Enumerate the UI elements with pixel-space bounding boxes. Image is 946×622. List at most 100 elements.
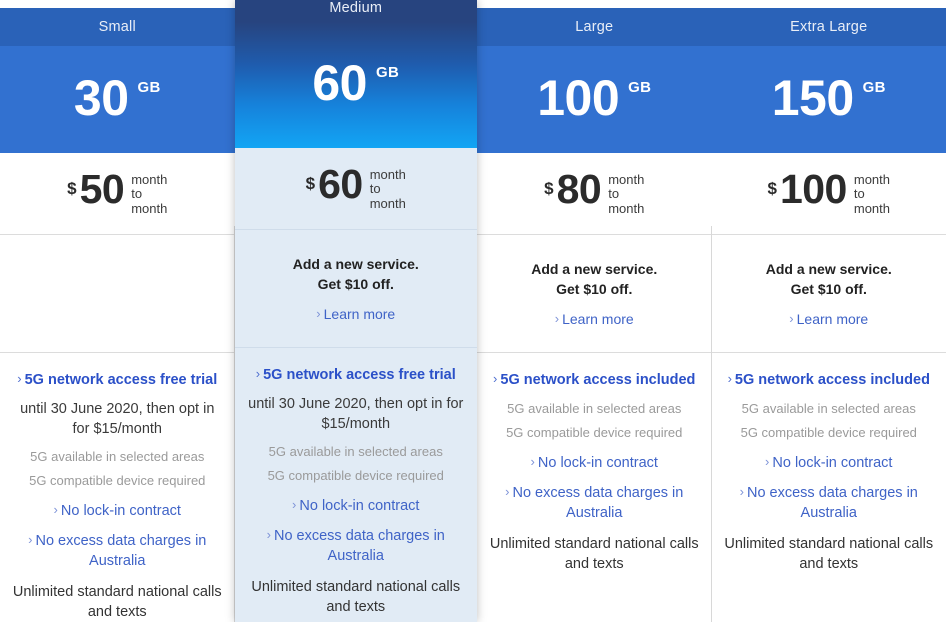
chevron-right-icon: › (255, 366, 261, 381)
plan-promo-small (0, 235, 235, 353)
feature-unlimited-calls-text: Unlimited standard national calls and te… (12, 584, 222, 621)
chevron-right-icon: › (53, 502, 58, 518)
plan-promo-large: Add a new service. Get $10 off. › Learn m… (476, 235, 712, 353)
plan-header-large: Large (476, 8, 712, 46)
term-line-1: month (369, 166, 406, 182)
promo-learn-more-label: Learn more (562, 310, 634, 327)
chevron-right-icon: › (505, 484, 510, 500)
feature-unlimited-calls-text: Unlimited standard national calls and te… (724, 536, 934, 573)
plan-features-extra-large: › 5G network access included 5G available… (712, 353, 946, 622)
data-unit-label: GB (862, 78, 886, 96)
promo-line-2: Get $10 off. (556, 281, 633, 297)
feature-5g-coverage-note: 5G available in selected areas (741, 400, 916, 416)
feature-no-lock-in-link[interactable]: › No lock-in contract (12, 501, 223, 521)
feature-5g-access-label: 5G network access free trial (24, 372, 218, 388)
currency-symbol: $ (305, 173, 316, 193)
feature-no-lock-in-label: No lock-in contract (60, 503, 181, 520)
term-line-2: to (608, 186, 620, 202)
feature-no-excess-data-link[interactable]: › No excess data charges in Australia (12, 531, 223, 571)
feature-no-excess-data-link[interactable]: › No excess data charges in Australia (489, 483, 700, 523)
currency-symbol: $ (67, 178, 77, 198)
plan-column-small[interactable]: Small 30 GB $ 50 month to month › 5G net… (0, 8, 235, 622)
term-line-1: month (131, 171, 168, 187)
price-term: month to month (369, 166, 406, 212)
feature-5g-access-link[interactable]: › 5G network access free trial (12, 370, 223, 391)
feature-5g-coverage-note: 5G available in selected areas (268, 443, 443, 459)
feature-5g-trial-note: until 30 June 2020, then opt in for $15/… (20, 400, 215, 437)
feature-no-lock-in-label: No lock-in contract (772, 455, 893, 472)
plan-name-label: Large (575, 18, 614, 35)
promo-line-1: Add a new service. (531, 261, 658, 278)
term-line-2: to (369, 181, 381, 197)
feature-5g-access-link[interactable]: › 5G network access included (489, 370, 700, 391)
price-term: month to month (131, 171, 168, 217)
plan-header-small: Small (0, 8, 235, 46)
term-line-1: month (608, 171, 645, 187)
data-unit-label: GB (628, 78, 652, 96)
chevron-right-icon: › (765, 454, 770, 470)
price-amount: 60 (318, 160, 363, 207)
plan-data-allowance-medium: 60 GB (234, 22, 477, 148)
promo-line-1: Add a new service. (765, 261, 892, 278)
feature-no-excess-data-label: No excess data charges in Australia (35, 533, 207, 570)
promo-heading: Add a new service. Get $10 off. (531, 260, 657, 300)
feature-5g-device-note: 5G compatible device required (29, 473, 206, 489)
promo-learn-more-label: Learn more (796, 310, 869, 327)
feature-no-excess-data-label: No excess data charges in Australia (746, 485, 918, 522)
plan-price-small: $ 50 month to month (0, 153, 235, 235)
feature-no-lock-in-link[interactable]: › No lock-in contract (489, 453, 700, 473)
promo-learn-more-link[interactable]: › Learn more (316, 306, 395, 322)
plan-data-allowance-large: 100 GB (476, 46, 712, 153)
feature-no-lock-in-link[interactable]: › No lock-in contract (724, 453, 935, 473)
chevron-right-icon: › (727, 371, 732, 386)
plan-price-extra-large: $ 100 month to month (711, 153, 946, 235)
feature-5g-access-link[interactable]: › 5G network access included (724, 370, 935, 391)
term-line-3: month (369, 195, 406, 211)
term-line-3: month (608, 200, 645, 216)
plan-header-medium: Medium (234, 0, 477, 22)
chevron-right-icon: › (493, 371, 498, 386)
chevron-right-icon: › (789, 310, 794, 326)
promo-learn-more-link[interactable]: › Learn more (789, 311, 868, 327)
feature-unlimited-calls-text: Unlimited standard national calls and te… (251, 579, 461, 616)
feature-no-excess-data-link[interactable]: › No excess data charges in Australia (247, 526, 465, 566)
plan-features-small: › 5G network access free trial until 30 J… (0, 353, 235, 622)
plan-column-medium[interactable]: Medium 60 GB $ 60 month to month Add a n… (234, 0, 477, 622)
promo-learn-more-label: Learn more (323, 305, 396, 322)
term-line-2: to (131, 186, 143, 202)
plan-features-large: › 5G network access included 5G available… (477, 353, 712, 622)
feature-no-lock-in-link[interactable]: › No lock-in contract (247, 496, 465, 516)
price-amount: 80 (556, 165, 602, 212)
chevron-right-icon: › (266, 527, 271, 543)
currency-symbol: $ (767, 178, 777, 198)
term-line-2: to (853, 186, 865, 202)
feature-5g-coverage-note: 5G available in selected areas (507, 400, 682, 416)
plan-price-medium: $ 60 month to month (234, 148, 477, 230)
chevron-right-icon: › (17, 371, 22, 386)
feature-no-excess-data-link[interactable]: › No excess data charges in Australia (724, 483, 935, 523)
data-amount: 100 (537, 69, 620, 126)
price-term: month to month (608, 171, 645, 217)
plan-column-large[interactable]: Large 100 GB $ 80 month to month Add a n… (476, 8, 712, 622)
promo-learn-more-link[interactable]: › Learn more (555, 311, 634, 327)
plan-header-extra-large: Extra Large (711, 8, 946, 46)
feature-no-excess-data-label: No excess data charges in Australia (273, 528, 445, 565)
plan-column-extra-large[interactable]: Extra Large 150 GB $ 100 month to month … (711, 8, 946, 622)
plan-data-allowance-small: 30 GB (0, 46, 235, 153)
chevron-right-icon: › (554, 310, 560, 326)
chevron-right-icon: › (292, 497, 297, 513)
plan-data-allowance-extra-large: 150 GB (711, 46, 946, 153)
price-amount: 100 (779, 165, 847, 212)
price-amount: 50 (79, 165, 125, 212)
feature-5g-access-link[interactable]: › 5G network access free trial (247, 365, 465, 386)
feature-no-lock-in-label: No lock-in contract (537, 455, 658, 472)
promo-heading: Add a new service. Get $10 off. (766, 260, 892, 300)
plan-price-large: $ 80 month to month (476, 153, 712, 235)
plan-name-label: Extra Large (790, 18, 868, 35)
data-unit-label: GB (376, 64, 400, 81)
plan-promo-extra-large: Add a new service. Get $10 off. › Learn m… (711, 235, 946, 353)
promo-line-2: Get $10 off. (790, 281, 867, 297)
plan-features-medium: › 5G network access free trial until 30 J… (235, 348, 477, 622)
data-amount: 30 (73, 69, 129, 126)
feature-5g-access-label: 5G network access included (734, 372, 930, 388)
